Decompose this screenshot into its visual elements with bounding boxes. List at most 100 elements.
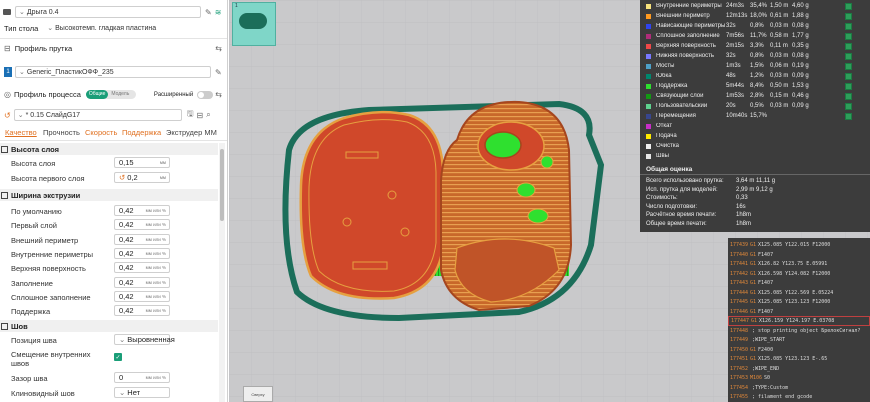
printer-select[interactable]: ⌄ Дрыга 0.4 (15, 6, 201, 18)
legend-row[interactable]: Откат (640, 121, 870, 131)
plate-thumbnail[interactable]: 1 (232, 2, 276, 46)
legend-visibility-checkbox[interactable] (845, 62, 852, 70)
line-width-input[interactable]: 0,42 мм или % (114, 205, 170, 216)
legend-weight: 0,08 g (792, 23, 809, 29)
legend-row[interactable]: Верхняя поверхность 2m15s 3,3% 0,11 m 0,35 g (640, 41, 870, 51)
gcode-args: X125.085 Y122.569 E.05224 (758, 289, 834, 296)
summary-key: Исп. прутка для моделей: (646, 186, 718, 193)
legend-visibility-checkbox[interactable] (845, 102, 852, 110)
legend-row[interactable]: Юбка 48s 1,2% 0,03 m 0,09 g (640, 71, 870, 81)
legend-row[interactable]: Внешний периметр 12m13s 18,0% 0,61 m 1,88 g (640, 11, 870, 21)
legend-visibility-checkbox[interactable] (845, 112, 852, 120)
general-model-toggle[interactable]: Общие Модель (85, 90, 136, 99)
undo-icon[interactable]: ↺ (4, 111, 11, 120)
advanced-switch[interactable] (197, 90, 214, 99)
scrollbar-thumb[interactable] (220, 149, 224, 221)
gcode-line-current: 177447 G1 X126.159 Y124.197 E.03708 (728, 316, 870, 326)
summary-key: Стоимость: (646, 195, 678, 201)
line-width-input[interactable]: 0,42 мм или % (114, 233, 170, 245)
line-width-input[interactable]: 0,42 мм или % (114, 276, 170, 288)
legend-visibility-checkbox[interactable] (845, 52, 852, 60)
bed-select[interactable]: ⌄ Высокотемп. гладкая пластина (44, 22, 223, 34)
legend-swatch (646, 133, 651, 139)
gcode-line-number: 177446 (730, 308, 749, 315)
toggle-general[interactable]: Общие (85, 90, 109, 99)
preset-select[interactable]: ⌄ * 0.15 СлайдG17 (13, 109, 182, 121)
legend-length: 0,03 m (770, 23, 789, 29)
filament-select[interactable]: ⌄ Generic_ПластикОФФ_235 (15, 66, 211, 78)
legend-swatch (646, 63, 651, 69)
tab-speed[interactable]: Скорость (85, 128, 117, 137)
legend-name: Подача (656, 133, 677, 139)
group-seam: Шов (0, 320, 218, 332)
section-icon (1, 191, 8, 199)
tab-strength[interactable]: Прочность (43, 128, 80, 137)
legend-row[interactable]: Мосты 1m3s 1,5% 0,06 m 0,19 g (640, 61, 870, 71)
seam-stagger-checkbox[interactable]: ✓ (114, 353, 122, 361)
legend-visibility-checkbox[interactable] (845, 92, 852, 100)
scrollbar-track[interactable] (219, 143, 225, 402)
line-width-label: Первый слой (11, 221, 57, 231)
save-icon[interactable]: 🖫 (187, 108, 194, 122)
tab-quality[interactable]: Качество (5, 128, 37, 137)
tab-multimaterial[interactable]: Экструдер ММ (166, 128, 217, 137)
compare-icon[interactable]: ⊟ (197, 111, 204, 120)
gcode-viewer[interactable]: 177439 G1 X125.085 Y122.015 F12000 177440 G1… (728, 238, 870, 402)
legend-visibility-checkbox[interactable] (845, 42, 852, 50)
layer-height-input[interactable]: 0,15 мм (114, 157, 170, 168)
seam-position-select[interactable]: ⌄ Выровненная (114, 334, 175, 345)
legend-visibility-checkbox[interactable] (845, 22, 852, 30)
legend-visibility-checkbox[interactable] (845, 32, 852, 40)
top-view-button[interactable]: Сверху (243, 386, 273, 402)
gcode-line-number: 177449 (730, 337, 749, 343)
sync-icon[interactable]: ⇆ (215, 90, 222, 99)
line-width-input[interactable]: 0,42 мм или % (114, 247, 170, 259)
line-width-input[interactable]: 0,42 мм или % (114, 290, 170, 302)
legend-row[interactable]: Связующий слой 1m53s 2,8% 0,15 m 0,46 g (640, 91, 870, 101)
legend-visibility-checkbox[interactable] (845, 2, 852, 10)
gcode-line: 177440 G1 F1407 (728, 250, 870, 260)
search-icon[interactable]: ⌕ (206, 110, 210, 120)
legend-row[interactable]: Швы (640, 151, 870, 161)
wifi-icon[interactable]: ≋ (215, 8, 222, 17)
undo-icon[interactable]: ↺ (119, 173, 125, 182)
legend-length: 1,50 m (770, 3, 789, 9)
legend-name: Верхняя поверхность (656, 43, 716, 49)
edit-icon[interactable]: ✎ (215, 68, 222, 77)
legend-row[interactable]: Подача (640, 131, 870, 141)
gcode-args: X126.82 Y123.75 E.05991 (758, 261, 828, 267)
legend-visibility-checkbox[interactable] (845, 72, 852, 80)
tab-support[interactable]: Поддержка (122, 128, 161, 137)
legend-row[interactable]: Внутренние периметры 24m3s 35,4% 1,50 m 4,60… (640, 1, 870, 11)
field-unit: мм или % (145, 308, 166, 314)
sync-icon[interactable]: ⇆ (215, 44, 222, 53)
first-layer-height-input[interactable]: ↺ 0,2 мм (114, 172, 170, 183)
chevron-down-icon: ⌄ (119, 335, 126, 344)
legend-weight: 1,53 g (792, 83, 809, 89)
legend-row[interactable]: Очистка (640, 141, 870, 151)
legend-row[interactable]: Сплошное заполнение 7m56s 11,7% 0,58 m 1,77 … (640, 31, 870, 41)
seam-gap-input[interactable]: 0 мм или % (114, 372, 170, 383)
legend-name: Нависающие периметры (656, 23, 726, 29)
legend-name: Пользовательский (656, 103, 708, 109)
gcode-command: G1 (750, 280, 757, 286)
legend-row[interactable]: Поддержка 5m44s 8,4% 0,50 m 1,53 g (640, 81, 870, 91)
line-width-input[interactable]: 0,42 мм или % (114, 262, 170, 274)
line-width-input[interactable]: 0,42 мм или % (114, 219, 170, 231)
scarf-seam-select[interactable]: ⌄ Нет (114, 387, 170, 398)
legend-row[interactable]: Пользовательский 20s 0,5% 0,03 m 0,09 g (640, 101, 870, 111)
legend-visibility-checkbox[interactable] (845, 12, 852, 20)
legend-row[interactable]: Нижняя поверхность 32s 0,8% 0,03 m 0,08 g (640, 51, 870, 61)
legend-visibility-checkbox[interactable] (845, 82, 852, 90)
field-unit: мм или % (145, 250, 166, 256)
toggle-model[interactable]: Модель (108, 90, 132, 99)
line-width-input[interactable]: 0,42 мм или % (114, 305, 170, 317)
gcode-line-number: 177448 (730, 327, 749, 334)
divider (640, 174, 870, 175)
legend-row[interactable]: Перемещения 10m40s 15,7% (640, 111, 870, 121)
legend-row[interactable]: Нависающие периметры 32s 0,8% 0,03 m 0,08 g (640, 21, 870, 31)
legend-swatch (646, 23, 651, 29)
edit-icon[interactable]: ✎ (205, 8, 212, 17)
legend-name: Внешний периметр (656, 13, 710, 19)
field-unit: мм или % (145, 265, 166, 271)
